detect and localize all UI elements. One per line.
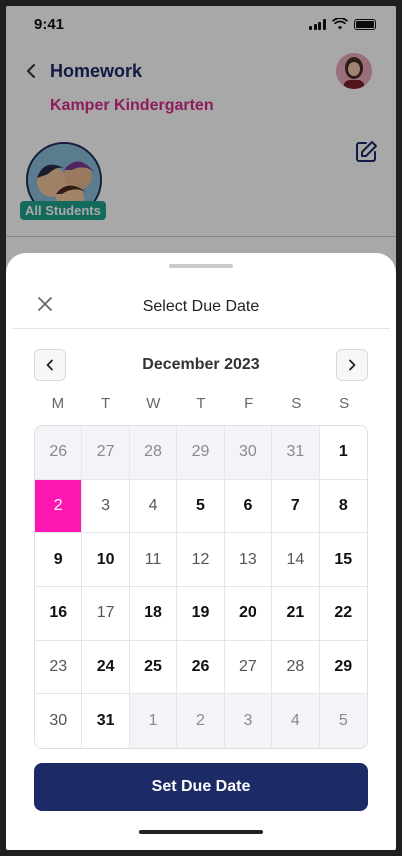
- calendar-day[interactable]: 3: [82, 479, 130, 534]
- calendar-grid: 26 27 28 29 30 31 1 2 3 4 5 6 7 8 9 10 11 12 13 14 15 16 17 18 1…: [34, 425, 368, 749]
- calendar-day[interactable]: 21: [272, 587, 320, 641]
- calendar-day[interactable]: 23: [35, 640, 83, 695]
- calendar-day[interactable]: 13: [224, 533, 273, 587]
- calendar-day-selected[interactable]: 2: [35, 479, 83, 534]
- weekday-label: M: [51, 395, 65, 412]
- calendar-day[interactable]: 1: [319, 426, 367, 480]
- calendar-day[interactable]: 20: [224, 587, 273, 641]
- calendar-day[interactable]: 17: [82, 587, 130, 641]
- calendar-day[interactable]: 1: [129, 694, 178, 748]
- sheet-divider: [12, 328, 390, 329]
- calendar-day[interactable]: 10: [82, 533, 130, 587]
- calendar-day[interactable]: 24: [82, 640, 130, 695]
- weekday-label: S: [339, 395, 350, 412]
- calendar-day[interactable]: 29: [177, 426, 225, 480]
- weekday-label: T: [196, 395, 206, 412]
- calendar-day[interactable]: 28: [272, 640, 320, 695]
- calendar-day[interactable]: 7: [272, 479, 320, 534]
- weekday-label: S: [291, 395, 302, 412]
- weekday-label: T: [100, 395, 111, 412]
- calendar-day[interactable]: 28: [129, 426, 178, 480]
- phone-screen: 9:41 Homework Kamper Kindergarten All St…: [6, 6, 396, 850]
- home-indicator: [139, 830, 263, 834]
- calendar-day[interactable]: 29: [319, 640, 367, 695]
- calendar-day[interactable]: 5: [319, 694, 367, 748]
- calendar-day[interactable]: 30: [224, 426, 273, 480]
- sheet-title: Select Due Date: [142, 298, 260, 315]
- calendar-day[interactable]: 18: [129, 587, 178, 641]
- set-due-date-button[interactable]: Set Due Date: [34, 763, 368, 811]
- calendar-day[interactable]: 4: [272, 694, 320, 748]
- calendar-day[interactable]: 27: [82, 426, 130, 480]
- sheet-grabber[interactable]: [169, 264, 233, 268]
- calendar-day[interactable]: 27: [224, 640, 273, 695]
- calendar-day[interactable]: 6: [224, 479, 273, 534]
- calendar-day[interactable]: 8: [319, 479, 367, 534]
- due-date-sheet: Select Due Date December 2023 M T W T F …: [6, 253, 396, 850]
- calendar-day[interactable]: 16: [35, 587, 83, 641]
- calendar-day[interactable]: 25: [129, 640, 178, 695]
- calendar-day[interactable]: 31: [82, 694, 130, 748]
- calendar-day[interactable]: 26: [177, 640, 225, 695]
- calendar-day[interactable]: 4: [129, 479, 178, 534]
- calendar-day[interactable]: 2: [177, 694, 225, 748]
- weekday-label: F: [244, 395, 254, 412]
- calendar-day[interactable]: 26: [35, 426, 83, 480]
- calendar-day[interactable]: 22: [319, 587, 367, 641]
- calendar-day[interactable]: 30: [35, 694, 83, 748]
- calendar-day[interactable]: 11: [129, 533, 178, 587]
- calendar-day[interactable]: 3: [224, 694, 273, 748]
- weekday-header: M T W T F S S: [34, 395, 368, 412]
- calendar-day[interactable]: 9: [35, 533, 83, 587]
- weekday-label: W: [146, 395, 161, 412]
- next-month-button[interactable]: [336, 349, 368, 381]
- calendar-day[interactable]: 19: [177, 587, 225, 641]
- calendar-day[interactable]: 31: [272, 426, 320, 480]
- calendar-day[interactable]: 5: [177, 479, 225, 534]
- chevron-right-icon: [349, 359, 356, 371]
- calendar-day[interactable]: 12: [177, 533, 225, 587]
- calendar-day[interactable]: 15: [319, 533, 367, 587]
- calendar-day[interactable]: 14: [272, 533, 320, 587]
